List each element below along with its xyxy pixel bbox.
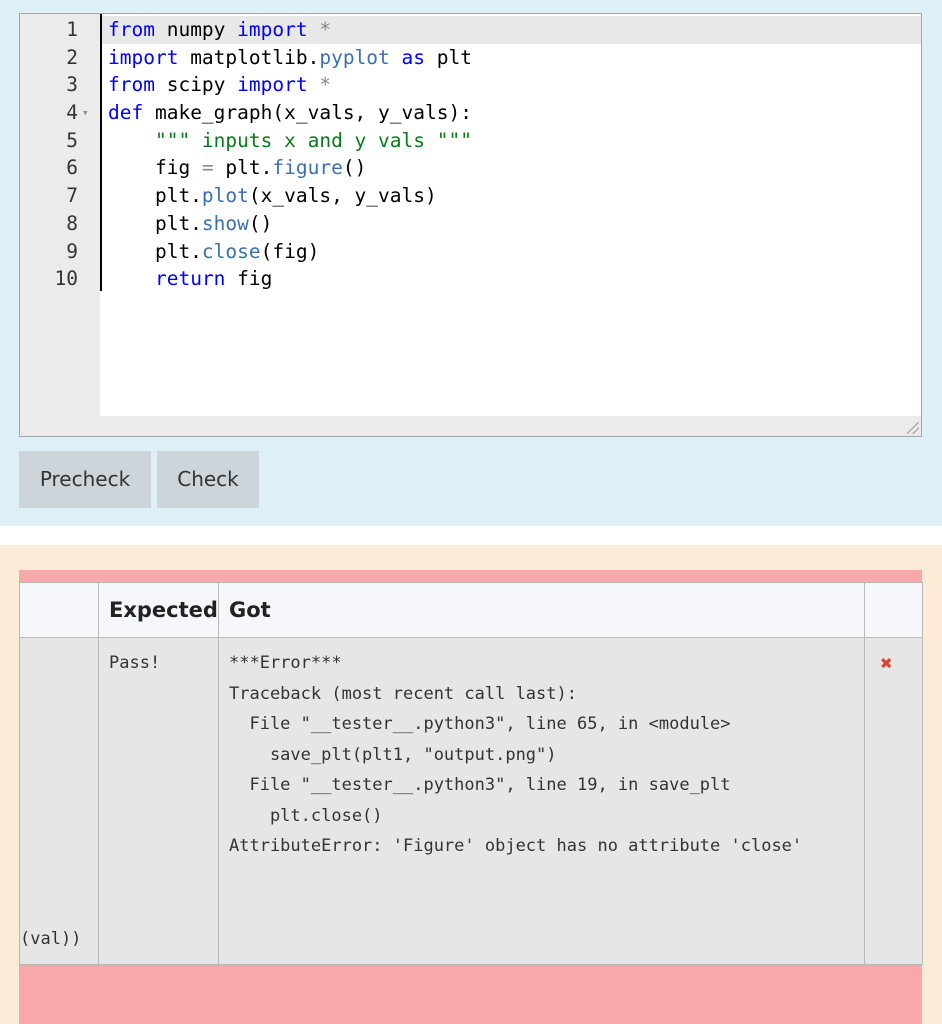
code-text: """ inputs x and y vals """	[108, 127, 472, 155]
code-line[interactable]: 9 plt.close(fig)	[20, 238, 921, 266]
result-panel: Expected Got (val)) Pass! ***Error*** Tra…	[0, 545, 942, 1024]
code-token: numpy	[154, 18, 238, 41]
code-token: matplotlib.	[178, 45, 320, 69]
code-line[interactable]: 10 return fig	[20, 265, 921, 293]
editor-panel: 1 from numpy import * 2 import matplotlib.p…	[0, 0, 942, 526]
code-text: return fig	[108, 265, 272, 293]
code-token: import	[237, 18, 308, 41]
code-text: from numpy import *	[108, 16, 331, 44]
code-token: (x_vals, y_vals)	[248, 184, 437, 208]
code-token: show	[201, 211, 249, 235]
code-token: make_graph(x_vals, y_vals):	[143, 101, 472, 125]
got-output-line: Traceback (most recent call last):	[229, 683, 577, 704]
got-output-line: File "__tester__.python3", line 65, in <…	[229, 714, 731, 734]
line-number: 10	[54, 267, 78, 291]
code-token: """ inputs x and y vals """	[154, 128, 472, 152]
got-output-line: File "__tester__.python3", line 19, in s…	[229, 775, 731, 795]
code-token: plot	[201, 184, 249, 208]
code-token: figure	[272, 156, 343, 180]
code-token: import	[237, 73, 308, 97]
code-line[interactable]: 2 import matplotlib.pyplot as plt	[20, 44, 921, 72]
code-token: fig	[108, 156, 202, 180]
code-token: *	[307, 73, 332, 97]
code-line[interactable]: 1 from numpy import *	[20, 16, 921, 44]
code-line[interactable]: 4 ▾ def make_graph(x_vals, y_vals):	[20, 99, 921, 127]
line-number: 7	[66, 184, 78, 208]
table-row: (val)) Pass! ***Error*** Traceback (most …	[19, 637, 923, 965]
code-token: as	[401, 45, 426, 69]
code-text: fig = plt.figure()	[108, 154, 366, 182]
got-output-line: AttributeError: 'Figure' object has no a…	[229, 836, 803, 856]
code-token: plt	[425, 45, 472, 69]
check-button[interactable]: Check	[157, 451, 259, 508]
line-number: 6	[66, 156, 78, 180]
line-number: 2	[66, 45, 78, 69]
code-token: ()	[342, 156, 367, 180]
header-test	[19, 582, 99, 638]
code-token: plt.	[108, 239, 202, 263]
code-text: import matplotlib.pyplot as plt	[108, 44, 472, 72]
code-line[interactable]: 8 plt.show()	[20, 210, 921, 238]
code-token: scipy	[154, 73, 238, 97]
code-token: close	[201, 239, 261, 263]
code-token: from	[108, 18, 155, 41]
resize-handle-icon[interactable]	[907, 422, 919, 434]
line-number: 3	[66, 73, 78, 97]
code-token: ()	[248, 211, 273, 235]
line-number: 8	[66, 211, 78, 235]
code-text: plt.plot(x_vals, y_vals)	[108, 182, 437, 210]
code-token: import	[108, 45, 179, 69]
code-line[interactable]: 5 """ inputs x and y vals """	[20, 127, 921, 155]
code-token: return	[154, 267, 226, 291]
got-output-line: plt.close()	[229, 805, 383, 826]
code-token: plt.	[213, 156, 273, 180]
expected-cell: Pass!	[98, 637, 219, 965]
line-number: 1	[66, 18, 78, 41]
got-output-line: save_plt(plt1, "output.png")	[229, 744, 557, 765]
got-cell: ***Error*** Traceback (most recent call l…	[218, 637, 865, 965]
results-header-row: Expected Got	[19, 582, 923, 638]
code-line[interactable]: 3 from scipy import *	[20, 71, 921, 99]
code-token: plt.	[108, 184, 202, 208]
precheck-button[interactable]: Precheck	[19, 451, 151, 508]
code-text: plt.close(fig)	[108, 238, 319, 266]
code-text: def make_graph(x_vals, y_vals):	[108, 99, 472, 127]
code-text: from scipy import *	[108, 71, 331, 99]
code-lines[interactable]: 1 from numpy import * 2 import matplotlib.p…	[20, 16, 921, 293]
code-token: *	[307, 18, 332, 41]
editor-bottom-area	[20, 416, 921, 436]
code-token: (fig)	[260, 239, 320, 263]
code-token: pyplot	[319, 45, 390, 69]
line-number: 4	[66, 101, 78, 125]
test-cell: (val))	[19, 637, 99, 965]
header-expected: Expected	[98, 582, 219, 638]
got-output-line: ***Error***	[229, 653, 342, 673]
header-status	[864, 582, 923, 638]
code-line[interactable]: 6 fig = plt.figure()	[20, 154, 921, 182]
code-line[interactable]: 7 plt.plot(x_vals, y_vals)	[20, 182, 921, 210]
results-table: Expected Got (val)) Pass! ***Error*** Tra…	[19, 582, 923, 965]
fold-arrow-icon[interactable]: ▾	[82, 99, 89, 127]
code-token: from	[108, 73, 155, 97]
code-editor[interactable]: 1 from numpy import * 2 import matplotlib.p…	[19, 13, 922, 437]
cross-icon: ✖	[880, 651, 893, 675]
line-number: 5	[66, 128, 78, 152]
line-number: 9	[66, 239, 78, 263]
code-token: plt.	[108, 211, 202, 235]
code-token: fig	[225, 267, 273, 291]
fail-status-bar-top	[19, 570, 922, 582]
code-text: plt.show()	[108, 210, 272, 238]
code-token: def	[108, 101, 144, 125]
fail-status-bar-bottom	[19, 965, 922, 1024]
code-token: =	[201, 156, 214, 180]
header-got: Got	[218, 582, 865, 638]
